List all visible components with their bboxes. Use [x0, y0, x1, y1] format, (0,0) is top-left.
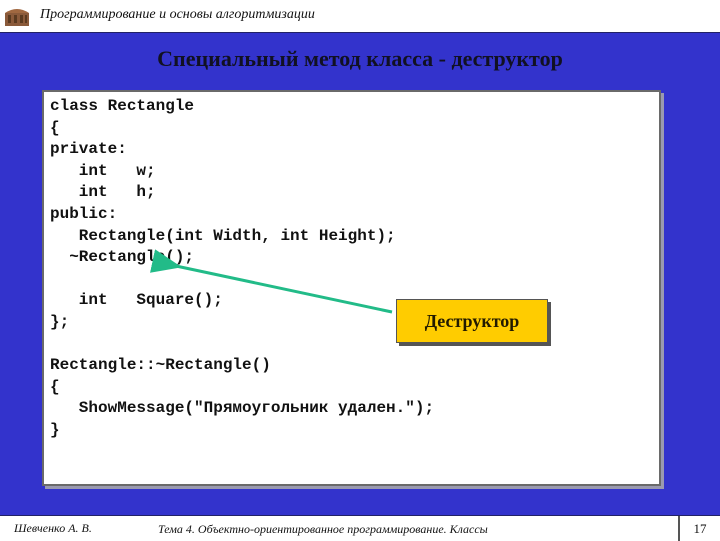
code-line: { — [50, 118, 60, 137]
code-line: ~Rectangle(); — [50, 248, 195, 267]
destructor-callout: Деструктор — [396, 299, 548, 343]
code-line: class Rectangle — [50, 97, 195, 115]
code-line: }; — [50, 312, 70, 331]
page-number: 17 — [693, 521, 707, 536]
code-line: int w; — [50, 161, 156, 180]
code-box: class Rectangle { private: int w; int h; pu… — [42, 90, 661, 486]
code-line: ShowMessage("Прямоугольник удален."); — [50, 399, 435, 418]
author: Шевченко А. В. — [14, 521, 92, 535]
code-line: Rectangle(int Width, int Height); — [50, 226, 396, 245]
code-listing: class Rectangle { private: int w; int h; pu… — [50, 96, 434, 442]
building-logo-icon — [5, 9, 29, 26]
code-line: private: — [50, 140, 127, 159]
code-line: int h; — [50, 183, 156, 202]
code-line: { — [50, 377, 60, 396]
topic: Тема 4. Объектно-ориентированное програм… — [158, 522, 488, 536]
code-line: public: — [50, 204, 118, 223]
slide-title: Специальный метод класса - деструктор — [157, 46, 563, 71]
footer: Шевченко А. В. Тема 4. Объектно-ориентир… — [0, 515, 720, 541]
course-title: Программирование и основы алгоритмизации — [40, 7, 315, 22]
code-line: Rectangle::~Rectangle() — [50, 356, 271, 375]
code-line: } — [50, 420, 60, 439]
header: Программирование и основы алгоритмизации — [0, 0, 720, 33]
code-line: int Square(); — [50, 291, 223, 310]
